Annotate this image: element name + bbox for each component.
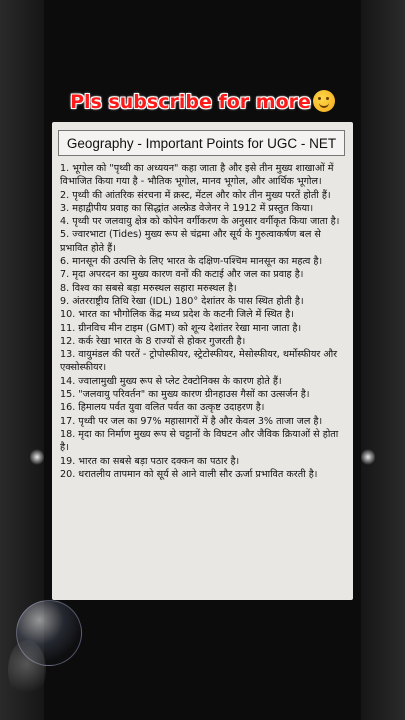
points-list: 1. भूगोल को "पृथ्वी का अध्ययन" कहा जाता … bbox=[60, 162, 348, 481]
point-item: 17. पृथ्वी पर जल का 97% महासागरों में है… bbox=[60, 415, 323, 427]
point-item: 19. भारत का सबसे बड़ा पठार दक्कन का पठार… bbox=[60, 455, 240, 467]
light-glare bbox=[30, 448, 44, 466]
light-glare bbox=[361, 448, 375, 466]
point-item: 18. मृदा का निर्माण मुख्य रूप से चट्टानो… bbox=[60, 428, 339, 454]
point-item: 7. मृदा अपरदन का मुख्य कारण वनों की कटाई… bbox=[60, 269, 304, 281]
subscribe-banner: Pls subscribe for more bbox=[0, 90, 405, 113]
point-item: 1. भूगोल को "पृथ्वी का अध्ययन" कहा जाता … bbox=[60, 163, 334, 188]
point-item: 14. ज्वालामुखी मुख्य रूप से प्लेट टेक्टो… bbox=[60, 375, 282, 387]
subscribe-banner-text: Pls subscribe for more bbox=[70, 91, 311, 113]
point-item: 16. हिमालय पर्वत युवा वलित पर्वत का उत्क… bbox=[60, 402, 265, 414]
hugging-face-emoji-icon bbox=[312, 90, 335, 112]
point-item: 6. मानसून की उत्पत्ति के लिए भारत के दक्… bbox=[60, 256, 323, 268]
point-item: 12. कर्क रेखा भारत के 8 राज्यों से होकर … bbox=[60, 335, 246, 347]
point-item: 13. वायुमंडल की परतें - ट्रोपोस्फीयर, स्… bbox=[60, 349, 338, 374]
point-item: 11. ग्रीनविच मीन टाइम (GMT) को शून्य देश… bbox=[60, 322, 302, 334]
notes-card: Geography - Important Points for UGC - N… bbox=[52, 122, 353, 600]
point-item: 2. पृथ्वी की आंतरिक संरचना में क्रस्ट, म… bbox=[60, 189, 331, 201]
point-item: 10. भारत का भौगोलिक केंद्र मध्य प्रदेश क… bbox=[60, 309, 294, 321]
point-item: 5. ज्वारभाटा (Tides) मुख्य रूप से चंद्रम… bbox=[60, 229, 321, 254]
bubble-decoration bbox=[8, 640, 46, 700]
card-title: Geography - Important Points for UGC - N… bbox=[58, 130, 345, 156]
point-item: 8. विश्व का सबसे बड़ा मरुस्थल सहारा मरुस… bbox=[60, 282, 237, 294]
point-item: 15. "जलवायु परिवर्तन" का मुख्य कारण ग्री… bbox=[60, 389, 310, 401]
point-item: 3. महाद्वीपीय प्रवाह का सिद्धांत अल्फ्रे… bbox=[60, 202, 314, 214]
point-item: 4. पृथ्वी पर जलवायु क्षेत्र को कोपेन वर्… bbox=[60, 216, 340, 228]
point-item: 20. धरातलीय तापमान को सूर्य से आने वाली … bbox=[60, 468, 318, 480]
point-item: 9. अंतरराष्ट्रीय तिथि रेखा (IDL) 180° दे… bbox=[60, 295, 304, 307]
